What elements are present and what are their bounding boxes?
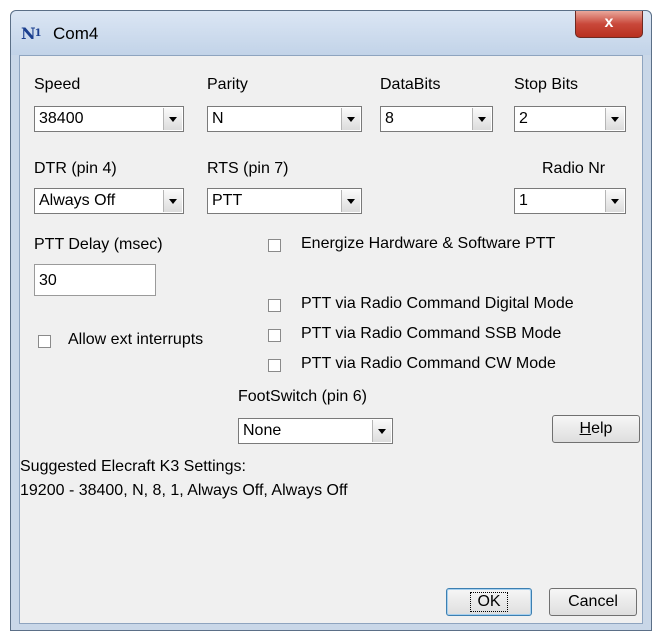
chevron-down-icon[interactable] [341,190,360,212]
allow-ext-interrupts-checkbox[interactable] [38,335,51,348]
ptt-delay-input[interactable]: 30 [34,264,156,296]
ptt-cw-label: PTT via Radio Command CW Mode [301,355,556,372]
databits-value: 8 [385,110,394,127]
chevron-down-icon[interactable] [372,420,391,442]
stopbits-label: Stop Bits [514,76,579,93]
footswitch-value: None [243,422,282,439]
rts-value: PTT [212,192,243,209]
dtr-label: DTR (pin 4) [34,160,117,177]
ok-label: OK [470,592,508,612]
help-accelerator: H [579,420,592,437]
cancel-button[interactable]: Cancel [549,588,637,616]
dtr-value: Always Off [39,192,116,209]
footswitch-label: FootSwitch (pin 6) [238,388,367,405]
title-bar[interactable]: N1 Com4 x [11,11,651,55]
com4-dialog: N1 Com4 x Speed Parity DataBits Stop Bit… [10,10,652,631]
ptt-delay-value: 30 [39,272,57,289]
radio-nr-select[interactable]: 1 [514,188,626,214]
rts-select[interactable]: PTT [207,188,362,214]
ptt-ssb-checkbox[interactable] [268,329,281,342]
allow-ext-interrupts-label: Allow ext interrupts [68,331,204,348]
speed-label: Speed [34,76,81,93]
suggested-settings-title: Suggested Elecraft K3 Settings: [20,458,246,475]
dtr-select[interactable]: Always Off [34,188,184,214]
parity-value: N [212,110,224,127]
radio-nr-value: 1 [519,192,528,209]
chevron-down-icon[interactable] [605,190,624,212]
speed-select[interactable]: 38400 [34,106,184,132]
dialog-client-area: Speed Parity DataBits Stop Bits 38400 N … [19,55,643,624]
stopbits-select[interactable]: 2 [514,106,626,132]
chevron-down-icon[interactable] [605,108,624,130]
ptt-digital-label: PTT via Radio Command Digital Mode [301,295,574,312]
ptt-delay-label: PTT Delay (msec) [34,236,163,253]
footswitch-select[interactable]: None [238,418,393,444]
ptt-cw-checkbox[interactable] [268,359,281,372]
cancel-label: Cancel [568,593,618,610]
stopbits-value: 2 [519,110,528,127]
speed-value: 38400 [39,110,84,127]
radio-nr-label: Radio Nr [542,160,606,177]
window-title: Com4 [53,24,99,43]
parity-label: Parity [207,76,248,93]
n1mm-logo-icon: N1 [21,24,42,43]
ptt-digital-checkbox[interactable] [268,299,281,312]
energize-ptt-label: Energize Hardware & Software PTT [301,235,556,252]
databits-select[interactable]: 8 [380,106,493,132]
help-button[interactable]: Help [552,415,640,443]
close-button[interactable]: x [575,11,643,38]
chevron-down-icon[interactable] [341,108,360,130]
energize-ptt-checkbox[interactable] [268,239,281,252]
chevron-down-icon[interactable] [163,108,182,130]
help-label: elp [591,420,613,437]
ptt-ssb-label: PTT via Radio Command SSB Mode [301,325,562,342]
suggested-settings-values: 19200 - 38400, N, 8, 1, Always Off, Alwa… [20,482,348,499]
parity-select[interactable]: N [207,106,362,132]
close-icon: x [604,14,614,31]
chevron-down-icon[interactable] [472,108,491,130]
chevron-down-icon[interactable] [163,190,182,212]
ok-button[interactable]: OK [446,588,532,616]
rts-label: RTS (pin 7) [207,160,289,177]
databits-label: DataBits [380,76,441,93]
